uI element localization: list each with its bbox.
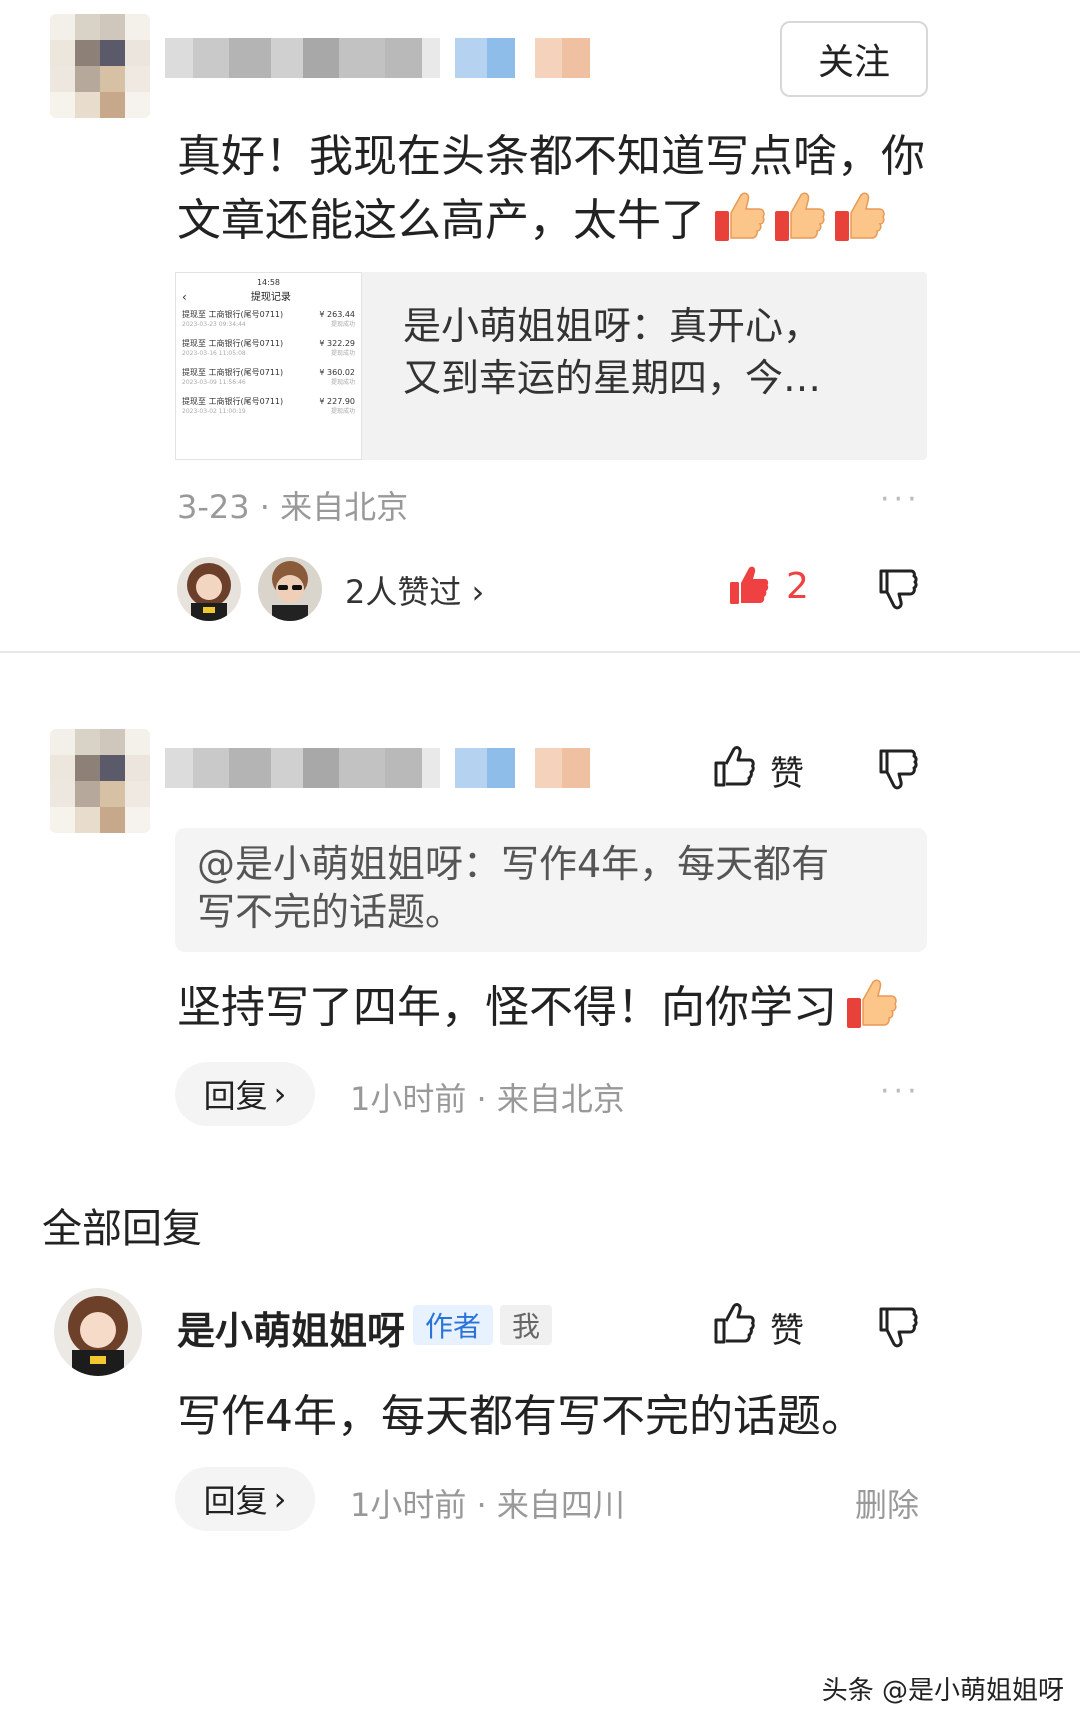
- thumbs-up-emoji-icon: [715, 192, 765, 241]
- liker-avatar-image: [177, 557, 241, 621]
- thumb-record-state: 提现成功: [330, 321, 355, 328]
- watermark-text: 头条 @是小萌姐姐呀: [821, 1676, 1064, 1706]
- commenter-name-blurred[interactable]: [165, 38, 591, 78]
- thumbs-up-emoji-icon: [847, 979, 897, 1028]
- comment-text-line: 真好！我现在头条都不知道写点啥，你: [177, 131, 925, 182]
- author-avatar[interactable]: [54, 1288, 142, 1376]
- comment-text-line: 文章还能这么高产，太牛了: [177, 189, 937, 253]
- quoted-article-text: 是小萌姐姐呀：真开心， 又到幸运的星期四，今…: [403, 300, 903, 404]
- comment-meta: 1小时前 · 来自北京: [350, 1080, 625, 1118]
- reply-meta: 1小时前 · 来自四川: [350, 1486, 625, 1524]
- thumb-record-amount: ¥ 263.44: [319, 310, 355, 319]
- comment-meta: 3-23 · 来自北京: [177, 488, 409, 526]
- liker-avatar[interactable]: [258, 557, 322, 621]
- thumb-record-row: 提现至 工商银行(尾号0711) ¥ 360.02 2023-03-09 11:56…: [182, 367, 355, 387]
- article-thumbnail: 14:58 ‹ 提现记录 提现至 工商银行(尾号0711) ¥ 263.44 202…: [175, 272, 362, 460]
- comment-text: 真好！我现在头条都不知道写点啥，你 文章还能这么高产，太牛了: [177, 125, 937, 253]
- more-options-icon[interactable]: ···: [880, 482, 921, 517]
- thumb-status-bar: 14:58: [256, 278, 281, 287]
- thumb-record-row: 提现至 工商银行(尾号0711) ¥ 227.90 2023-03-02 11:00…: [182, 396, 355, 416]
- thumb-title: 提现记录: [250, 292, 291, 303]
- thumbs-up-filled-icon[interactable]: [728, 565, 770, 607]
- me-badge: 我: [500, 1305, 553, 1345]
- like-count: 2: [786, 566, 809, 607]
- reply-label: 回复: [203, 1077, 268, 1115]
- quoted-text-line: 又到幸运的星期四，今…: [403, 356, 822, 400]
- all-replies-heading: 全部回复: [42, 1206, 202, 1252]
- likers-summary-link[interactable]: 2人赞过 ›: [345, 567, 484, 613]
- thumbs-down-icon[interactable]: [879, 1306, 921, 1350]
- author-name[interactable]: 是小萌姐姐呀: [177, 1300, 405, 1355]
- thumb-record-amount: ¥ 322.29: [319, 339, 355, 348]
- comment-text: 坚持写了四年，怪不得！向你学习: [177, 976, 937, 1040]
- liker-avatar-image: [258, 557, 322, 621]
- thumb-record-label: 提现至 工商银行(尾号0711): [182, 339, 284, 348]
- thumbs-up-emoji-icon: [775, 192, 825, 241]
- thumbs-down-icon[interactable]: [879, 568, 921, 612]
- like-label[interactable]: 赞: [770, 746, 804, 795]
- thumb-record-row: 提现至 工商银行(尾号0711) ¥ 263.44 2023-03-23 09:34…: [182, 309, 355, 329]
- reply-text: 写作4年，每天都有写不完的话题。: [177, 1391, 865, 1442]
- replied-to-quote[interactable]: @是小萌姐姐呀：写作4年，每天都有 写不完的话题。: [175, 828, 927, 952]
- thumb-record-state: 提现成功: [330, 408, 355, 415]
- thumbs-down-icon[interactable]: [879, 748, 921, 792]
- thumbs-up-outline-icon[interactable]: [714, 1303, 756, 1345]
- reply-button[interactable]: 回复 ›: [175, 1062, 315, 1126]
- chevron-right-icon: ›: [273, 1075, 287, 1113]
- thumb-record-date: 2023-03-23 09:34:44: [182, 321, 246, 328]
- reply-label: 回复: [203, 1482, 268, 1520]
- thumb-record-amount: ¥ 227.90: [319, 397, 355, 406]
- thumb-record-label: 提现至 工商银行(尾号0711): [182, 397, 284, 406]
- quoted-article-card[interactable]: 14:58 ‹ 提现记录 提现至 工商银行(尾号0711) ¥ 263.44 202…: [175, 272, 927, 460]
- quoted-text-line: 是小萌姐姐呀：真开心，: [403, 304, 822, 348]
- author-badge: 作者: [413, 1305, 494, 1345]
- author-avatar-image: [54, 1288, 142, 1376]
- thumb-record-label: 提现至 工商银行(尾号0711): [182, 368, 284, 377]
- thumb-record-label: 提现至 工商银行(尾号0711): [182, 310, 284, 319]
- thumb-record-list: 提现至 工商银行(尾号0711) ¥ 263.44 2023-03-23 09:34…: [182, 309, 355, 416]
- commenter-avatar-blurred[interactable]: [50, 14, 150, 118]
- thumb-record-amount: ¥ 360.02: [319, 368, 355, 377]
- thumb-record-state: 提现成功: [330, 350, 355, 357]
- more-options-icon[interactable]: ···: [880, 1074, 921, 1109]
- reply-button[interactable]: 回复 ›: [175, 1467, 315, 1531]
- chevron-right-icon: ›: [273, 1480, 287, 1518]
- commenter-name-blurred[interactable]: [165, 748, 591, 788]
- thumb-record-date: 2023-03-02 11:00:19: [182, 408, 246, 415]
- thumb-record-date: 2023-03-09 11:56:46: [182, 379, 246, 386]
- section-divider: [0, 651, 1080, 653]
- delete-button[interactable]: 删除: [855, 1480, 919, 1526]
- quote-line: 写不完的话题。: [197, 890, 464, 934]
- commenter-avatar-blurred[interactable]: [50, 729, 150, 833]
- thumb-record-state: 提现成功: [330, 379, 355, 386]
- thumb-record-date: 2023-03-16 11:05:08: [182, 350, 246, 357]
- like-label[interactable]: 赞: [770, 1303, 804, 1352]
- follow-button[interactable]: 关注: [780, 21, 928, 97]
- thumbs-up-emoji-icon: [835, 192, 885, 241]
- quote-line: @是小萌姐姐呀：写作4年，每天都有: [197, 842, 830, 886]
- liker-avatar[interactable]: [177, 557, 241, 621]
- thumb-record-row: 提现至 工商银行(尾号0711) ¥ 322.29 2023-03-16 11:05…: [182, 338, 355, 358]
- thumbs-up-outline-icon[interactable]: [714, 746, 756, 788]
